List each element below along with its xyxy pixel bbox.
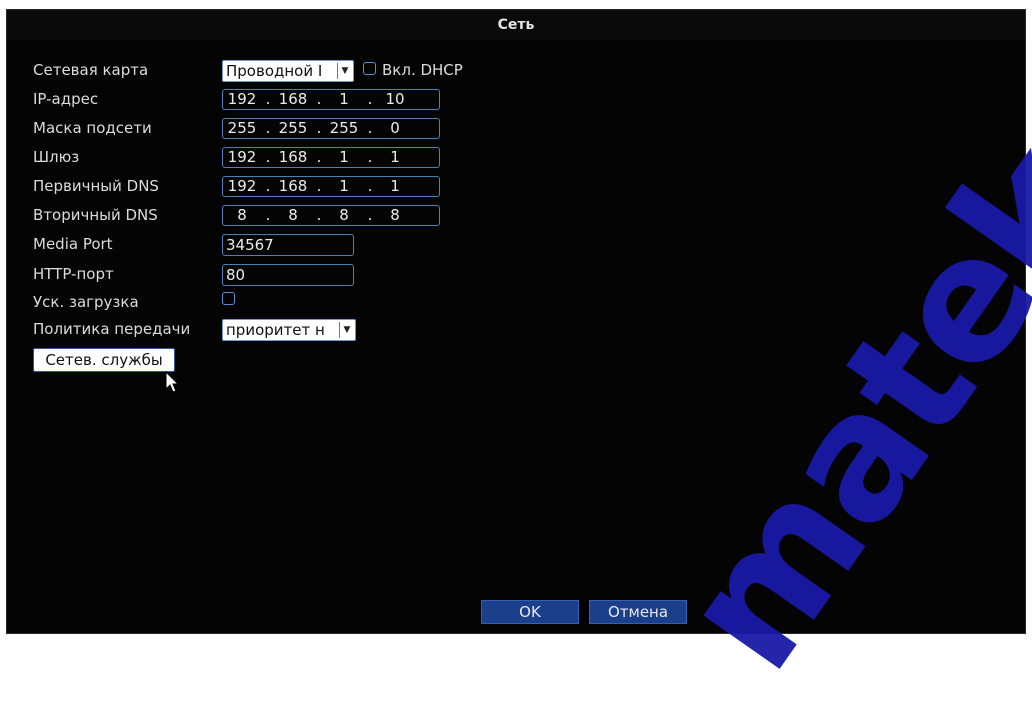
octet-separator: . (367, 119, 373, 137)
mouse-pointer-icon (165, 371, 180, 393)
ip-address-field[interactable]: 192 . 168 . 1 . 10 (222, 89, 440, 110)
octet-separator: . (367, 177, 373, 195)
gateway-octet-4[interactable]: 1 (379, 148, 411, 167)
octet-separator: . (265, 119, 271, 137)
mask-octet-1[interactable]: 255 (226, 119, 258, 138)
ip-address-label: IP-адрес (33, 90, 99, 108)
dns1-octet-3[interactable]: 1 (328, 177, 360, 196)
gateway-label: Шлюз (33, 148, 80, 166)
ip-octet-4[interactable]: 10 (379, 90, 411, 109)
subnet-mask-label: Маска подсети (33, 119, 152, 137)
dns2-octet-2[interactable]: 8 (277, 206, 309, 225)
octet-separator: . (316, 119, 322, 137)
gateway-octet-1[interactable]: 192 (226, 148, 258, 167)
octet-separator: . (367, 90, 373, 108)
gateway-octet-2[interactable]: 168 (277, 148, 309, 167)
ok-button[interactable]: OK (481, 600, 579, 624)
transfer-policy-select[interactable]: приоритет н ▼ (222, 319, 356, 341)
dns1-octet-1[interactable]: 192 (226, 177, 258, 196)
mask-octet-3[interactable]: 255 (328, 119, 360, 138)
subnet-mask-field[interactable]: 255 . 255 . 255 . 0 (222, 118, 440, 139)
dns1-octet-4[interactable]: 1 (379, 177, 411, 196)
network-card-label: Сетевая карта (33, 61, 149, 79)
dhcp-checkbox[interactable] (363, 62, 376, 75)
ip-octet-1[interactable]: 192 (226, 90, 258, 109)
octet-separator: . (316, 177, 322, 195)
mask-octet-4[interactable]: 0 (379, 119, 411, 138)
network-services-button[interactable]: Сетев. службы (33, 348, 175, 372)
octet-separator: . (316, 148, 322, 166)
octet-separator: . (316, 90, 322, 108)
dns2-octet-3[interactable]: 8 (328, 206, 360, 225)
media-port-input[interactable]: 34567 (222, 234, 354, 256)
octet-separator: . (265, 148, 271, 166)
mask-octet-2[interactable]: 255 (277, 119, 309, 138)
octet-separator: . (367, 206, 373, 224)
transfer-policy-value: приоритет н (226, 321, 325, 339)
dns2-octet-4[interactable]: 8 (379, 206, 411, 225)
ip-octet-3[interactable]: 1 (328, 90, 360, 109)
chevron-down-icon[interactable]: ▼ (339, 322, 354, 338)
octet-separator: . (316, 206, 322, 224)
media-port-label: Media Port (33, 235, 113, 253)
primary-dns-field[interactable]: 192 . 168 . 1 . 1 (222, 176, 440, 197)
http-port-input[interactable]: 80 (222, 264, 354, 286)
dns2-octet-1[interactable]: 8 (226, 206, 258, 225)
cancel-button[interactable]: Отмена (589, 600, 687, 624)
fast-download-checkbox[interactable] (222, 292, 235, 305)
secondary-dns-label: Вторичный DNS (33, 206, 158, 224)
gateway-octet-3[interactable]: 1 (328, 148, 360, 167)
chevron-down-icon[interactable]: ▼ (337, 63, 352, 79)
transfer-policy-label: Политика передачи (33, 320, 191, 338)
octet-separator: . (265, 206, 271, 224)
fast-download-label: Уск. загрузка (33, 293, 139, 311)
ip-octet-2[interactable]: 168 (277, 90, 309, 109)
octet-separator: . (367, 148, 373, 166)
octet-separator: . (265, 90, 271, 108)
network-card-value: Проводной I (226, 62, 323, 80)
primary-dns-label: Первичный DNS (33, 177, 159, 195)
secondary-dns-field[interactable]: 8 . 8 . 8 . 8 (222, 205, 440, 226)
network-card-select[interactable]: Проводной I ▼ (222, 60, 354, 82)
octet-separator: . (265, 177, 271, 195)
window-title: Сеть (7, 10, 1025, 40)
dns1-octet-2[interactable]: 168 (277, 177, 309, 196)
network-settings-window: Сеть Сетевая карта Проводной I ▼ Вкл. DH… (6, 9, 1026, 634)
dhcp-label: Вкл. DHCP (382, 61, 463, 79)
gateway-field[interactable]: 192 . 168 . 1 . 1 (222, 147, 440, 168)
http-port-label: HTTP-порт (33, 265, 114, 283)
